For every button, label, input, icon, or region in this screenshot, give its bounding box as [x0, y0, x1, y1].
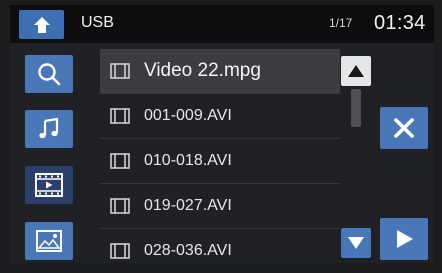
- play-icon: [397, 230, 413, 248]
- file-name: 001-009.AVI: [144, 107, 232, 124]
- scroll-up-button[interactable]: [341, 56, 371, 86]
- video-film-icon: [35, 173, 63, 197]
- search-icon: [38, 63, 61, 86]
- list-item[interactable]: 019-027.AVI: [100, 184, 340, 229]
- top-bar: [10, 5, 434, 43]
- triangle-up-icon: [348, 65, 364, 77]
- scroll-down-button[interactable]: [341, 228, 371, 258]
- list-item[interactable]: Video 22.mpg: [100, 49, 340, 94]
- home-icon: [33, 16, 50, 33]
- image-icon: [36, 230, 62, 252]
- sidebar-item-music[interactable]: [25, 110, 73, 148]
- triangle-down-icon: [348, 237, 364, 249]
- list-item[interactable]: 010-018.AVI: [100, 139, 340, 184]
- film-icon: [110, 108, 130, 124]
- page-indicator: 1/17: [329, 16, 353, 30]
- clock: 01:34: [374, 12, 426, 34]
- file-name: 028-036.AVI: [144, 242, 232, 259]
- file-name: Video 22.mpg: [144, 60, 261, 81]
- close-icon: [394, 118, 414, 138]
- file-list: Video 22.mpg 001-009.AVI 010-018.AVI 019…: [100, 49, 340, 273]
- list-item[interactable]: 001-009.AVI: [100, 94, 340, 139]
- film-icon: [110, 243, 130, 259]
- film-icon: [110, 153, 130, 169]
- close-button[interactable]: [380, 107, 428, 149]
- sidebar-item-search[interactable]: [25, 55, 73, 93]
- music-note-icon: [39, 117, 59, 139]
- home-button[interactable]: [19, 10, 64, 39]
- sidebar-item-photo[interactable]: [25, 222, 73, 260]
- film-icon: [110, 63, 130, 79]
- file-name: 019-027.AVI: [144, 197, 232, 214]
- list-item[interactable]: 028-036.AVI: [100, 229, 340, 273]
- source-title: USB: [81, 14, 114, 31]
- scrollbar-thumb[interactable]: [351, 89, 361, 127]
- play-button[interactable]: [380, 218, 428, 260]
- film-icon: [110, 198, 130, 214]
- sidebar-item-video[interactable]: [25, 166, 73, 204]
- file-name: 010-018.AVI: [144, 152, 232, 169]
